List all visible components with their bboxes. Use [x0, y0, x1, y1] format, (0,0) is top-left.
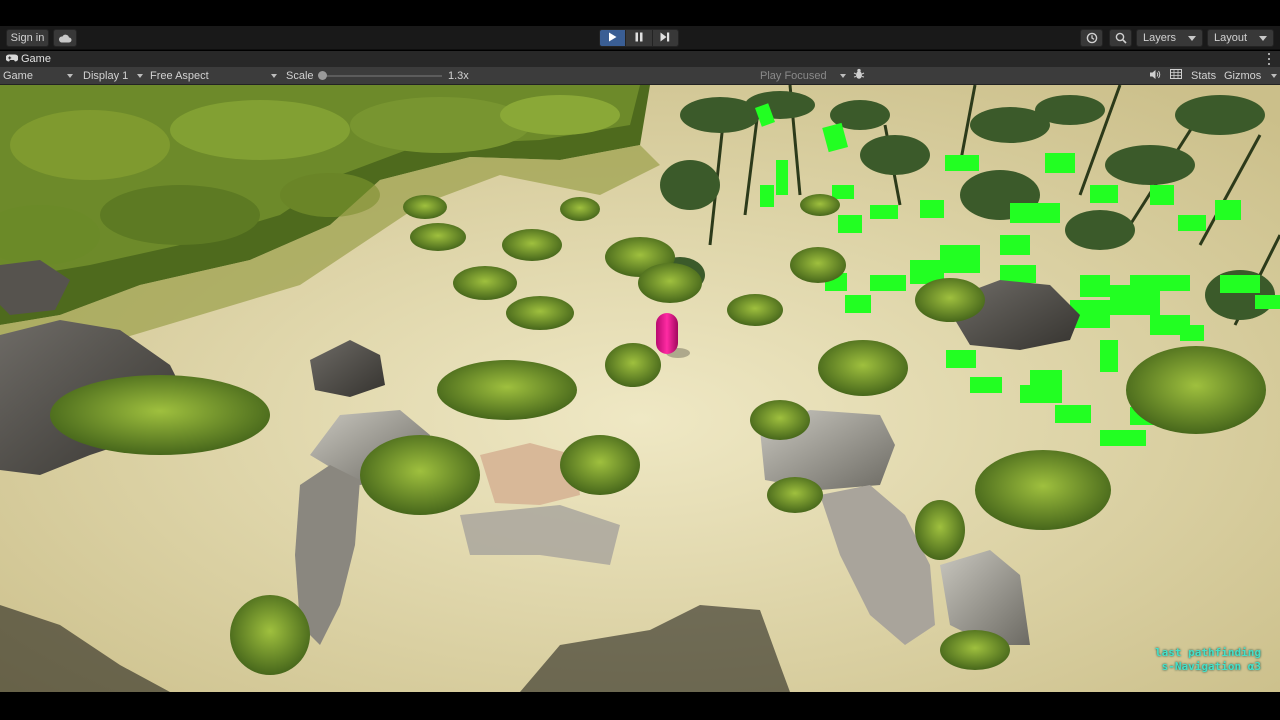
play-mode-label: Play Focused [760, 69, 827, 82]
window-tab-bar: Game [0, 51, 1280, 67]
history-button[interactable] [1080, 29, 1103, 47]
tab-game-label: Game [21, 53, 51, 65]
chevron-down-icon [840, 73, 846, 78]
pause-button[interactable] [626, 30, 653, 46]
bug-report-button[interactable] [853, 67, 865, 84]
scale-label: Scale [286, 69, 314, 82]
cloud-icon [58, 34, 72, 43]
pause-icon [635, 32, 643, 45]
chevron-down-icon [271, 73, 277, 78]
chevron-down-icon [137, 73, 143, 78]
search-icon [1115, 32, 1127, 44]
step-icon [660, 32, 670, 45]
play-button[interactable] [600, 30, 627, 46]
scale-slider-track[interactable] [322, 75, 442, 77]
letterbox-top [0, 0, 1280, 26]
layers-label: Layers [1143, 32, 1177, 44]
view-select[interactable]: Game [3, 67, 73, 84]
history-icon [1086, 32, 1098, 44]
grid-icon [1170, 69, 1182, 82]
scale-slider-handle[interactable] [318, 71, 327, 80]
tab-game[interactable]: Game [2, 51, 57, 67]
scale-value: 1.3x [448, 69, 469, 82]
layout-label: Layout [1214, 32, 1248, 44]
bug-icon [853, 68, 865, 83]
main-toolbar: Sign in Layers Layout [0, 26, 1280, 50]
stats-grid-button[interactable] [1170, 67, 1182, 84]
more-options-icon[interactable] [1267, 53, 1271, 65]
chevron-down-icon [1271, 73, 1277, 78]
step-button[interactable] [652, 30, 678, 46]
display-select-label: Display 1 [83, 69, 129, 82]
mute-audio-button[interactable] [1149, 67, 1161, 84]
game-viewport[interactable]: last pathfinding s-Navigation α3 [0, 85, 1280, 692]
play-mode-select[interactable]: Play Focused [760, 67, 846, 84]
demo-caption: last pathfinding s-Navigation α3 [1155, 646, 1261, 674]
caption-line-1: last pathfinding [1155, 646, 1261, 659]
gamepad-icon [5, 53, 19, 65]
layers-dropdown[interactable]: Layers [1136, 29, 1203, 47]
search-button[interactable] [1109, 29, 1132, 47]
chevron-down-icon [67, 73, 73, 78]
play-icon [608, 32, 617, 45]
letterbox-bottom [0, 692, 1280, 720]
display-select[interactable]: Display 1 [83, 67, 143, 84]
sign-in-label: Sign in [10, 32, 45, 44]
chevron-down-icon [1188, 35, 1196, 41]
layout-dropdown[interactable]: Layout [1207, 29, 1274, 47]
gizmos-dropdown[interactable]: Gizmos [1224, 67, 1277, 84]
view-select-label: Game [3, 69, 33, 82]
stats-button[interactable]: Stats [1191, 67, 1216, 84]
aspect-select-label: Free Aspect [150, 69, 209, 82]
chevron-down-icon [1259, 35, 1267, 41]
gizmos-label: Gizmos [1224, 69, 1262, 82]
scene-render [0, 85, 1280, 692]
cloud-button[interactable] [53, 29, 77, 47]
caption-line-2: s-Navigation α3 [1161, 660, 1261, 673]
game-view-controls: Game Display 1 Free Aspect Scale 1.3x Pl… [0, 67, 1280, 85]
playmode-controls [599, 29, 679, 47]
sign-in-button[interactable]: Sign in [6, 29, 49, 47]
aspect-select[interactable]: Free Aspect [150, 67, 277, 84]
speaker-icon [1149, 69, 1161, 83]
